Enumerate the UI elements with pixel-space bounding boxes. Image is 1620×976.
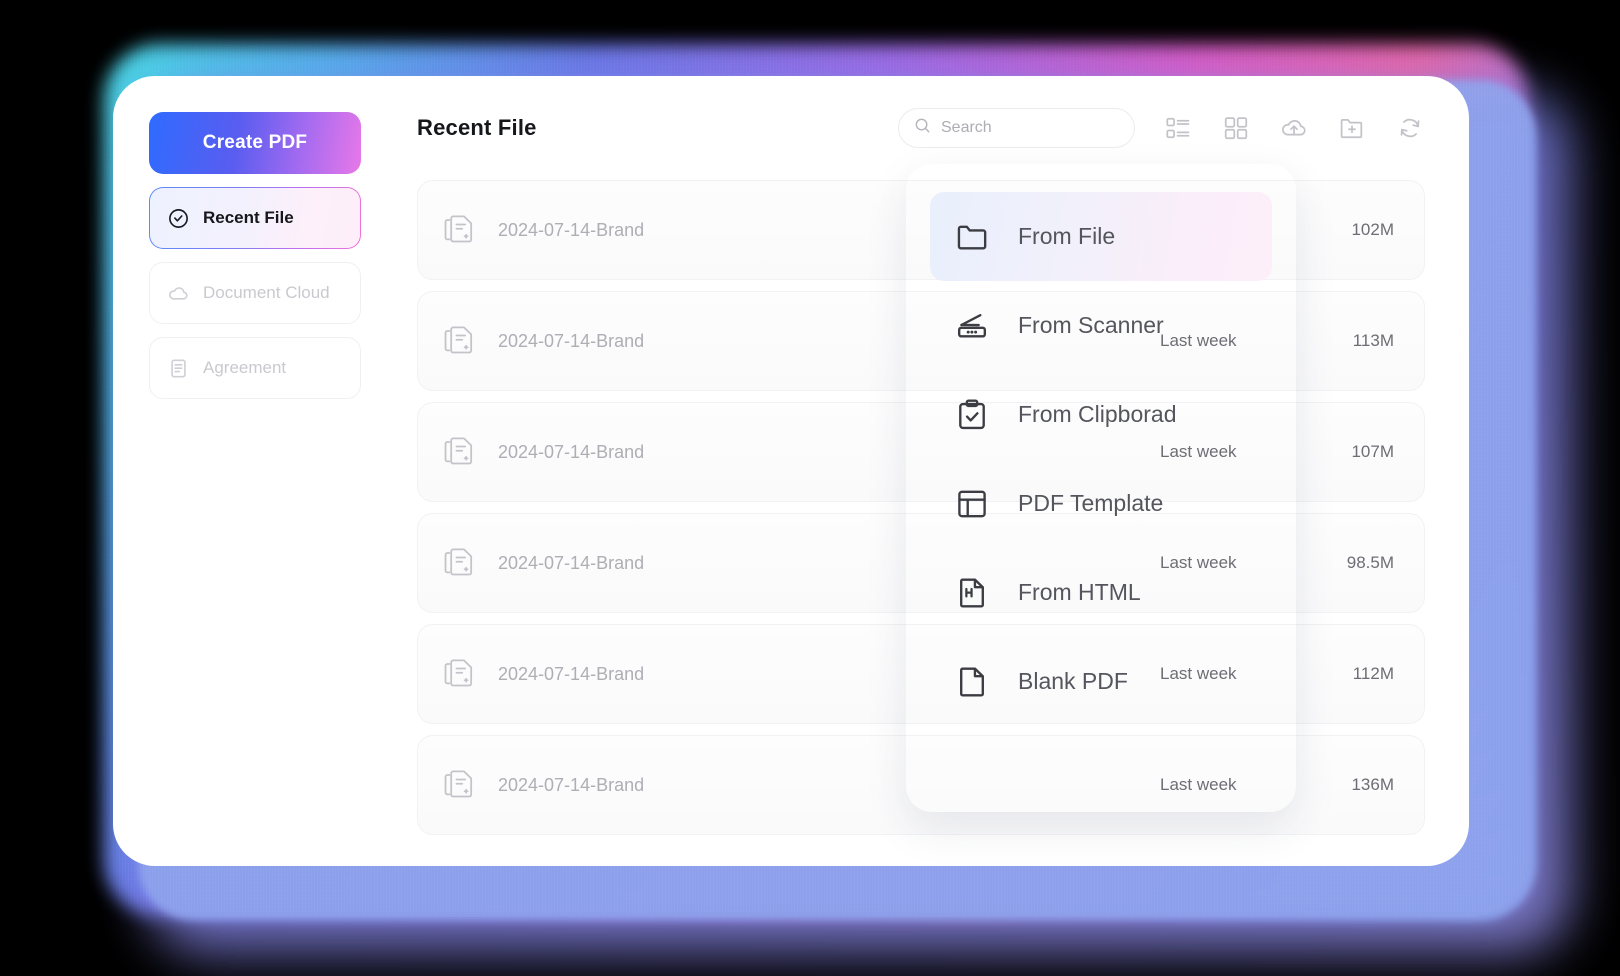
toolbar-actions (898, 108, 1425, 148)
create-pdf-button[interactable]: Create PDF (149, 112, 361, 174)
pdf-file-icon (440, 543, 480, 583)
menu-item-from-html[interactable]: From HTML (930, 548, 1272, 637)
cloud-icon (167, 282, 190, 305)
menu-item-label: PDF Template (1018, 490, 1164, 516)
file-name: 2024-07-14-Brand (498, 441, 645, 462)
pdf-file-icon (440, 765, 480, 805)
pdf-file-icon (440, 432, 480, 472)
sidebar-item-label: Agreement (203, 358, 287, 377)
cloud-upload-icon[interactable] (1279, 113, 1309, 143)
pdf-file-icon (440, 321, 480, 361)
file-size: 112M (1352, 664, 1394, 683)
file-name: 2024-07-14-Brand (498, 774, 645, 795)
template-layout-icon (954, 486, 990, 522)
search-box[interactable] (898, 108, 1135, 148)
menu-item-label: From File (1018, 223, 1116, 249)
menu-item-label: From Clipborad (1018, 401, 1177, 427)
blank-page-icon (954, 664, 990, 700)
menu-item-label: From Scanner (1018, 312, 1164, 338)
grid-view-icon[interactable] (1221, 113, 1251, 143)
main-content: Recent File Search 2024-07-14-Brand 102M… (403, 76, 1469, 866)
menu-item-from-clipboard[interactable]: From Clipborad (930, 370, 1272, 459)
screenshot-stage: Create PDF Recent File Document Cloud Ag… (0, 0, 1620, 976)
sidebar-item-label: Document Cloud (203, 283, 330, 302)
sidebar-item-document-cloud[interactable]: Document Cloud (149, 262, 361, 324)
document-lines-icon (167, 357, 190, 380)
file-size: 113M (1352, 331, 1394, 350)
scanner-icon (954, 308, 990, 344)
sidebar-item-agreement[interactable]: Agreement (149, 337, 361, 399)
menu-item-label: Blank PDF (1018, 668, 1128, 694)
folder-icon (954, 219, 990, 255)
sidebar-item-label: Recent File (203, 208, 294, 227)
menu-item-from-scanner[interactable]: From Scanner (930, 281, 1272, 370)
search-icon (913, 116, 932, 140)
menu-item-pdf-template[interactable]: PDF Template (930, 459, 1272, 548)
pdf-file-icon (440, 210, 480, 250)
file-size: 102M (1351, 220, 1394, 239)
file-size: 98.5M (1346, 553, 1394, 572)
new-folder-icon[interactable] (1337, 113, 1367, 143)
create-pdf-menu: From File From Scanner From Clipborad PD… (906, 164, 1296, 812)
menu-item-label: From HTML (1018, 579, 1141, 605)
refresh-icon[interactable] (1395, 113, 1425, 143)
file-name: 2024-07-14-Brand (498, 219, 645, 240)
html-file-icon (954, 575, 990, 611)
page-title: Recent File (417, 115, 537, 140)
menu-item-blank-pdf[interactable]: Blank PDF (930, 637, 1272, 726)
file-name: 2024-07-14-Brand (498, 330, 645, 351)
pdf-file-icon (440, 654, 480, 694)
clock-check-icon (167, 207, 190, 230)
list-view-icon[interactable] (1163, 113, 1193, 143)
search-input[interactable] (941, 119, 1120, 137)
app-window: Create PDF Recent File Document Cloud Ag… (113, 76, 1469, 866)
file-size: 107M (1351, 442, 1394, 461)
file-name: 2024-07-14-Brand (498, 663, 645, 684)
clipboard-check-icon (954, 397, 990, 433)
sidebar: Create PDF Recent File Document Cloud Ag… (113, 76, 403, 866)
file-name: 2024-07-14-Brand (498, 552, 645, 573)
menu-item-from-file[interactable]: From File (930, 192, 1272, 281)
sidebar-item-recent-file[interactable]: Recent File (149, 187, 361, 249)
file-size: 136M (1351, 775, 1394, 794)
